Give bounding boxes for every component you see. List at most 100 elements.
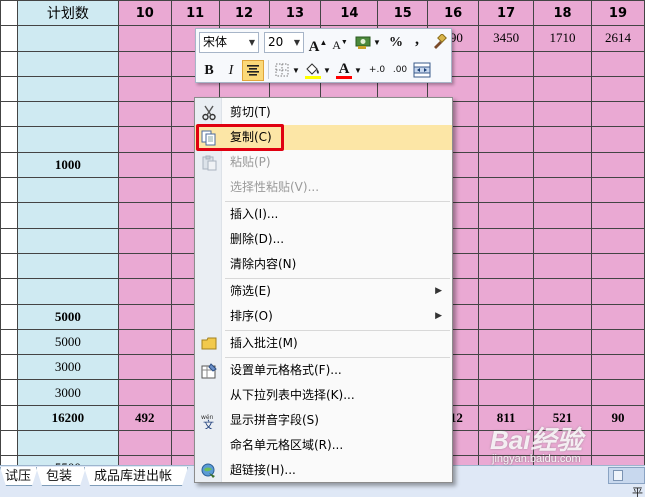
decrease-decimal-button[interactable]: .00 <box>389 60 411 81</box>
accounting-dropdown[interactable]: ▼ <box>372 32 382 53</box>
plan-count-cell[interactable] <box>16 177 119 204</box>
row-gutter-cell[interactable] <box>0 50 18 77</box>
data-cell[interactable] <box>478 50 535 77</box>
align-center-button[interactable] <box>242 60 264 81</box>
menu-item-cut[interactable]: 剪切(T) <box>195 100 452 125</box>
data-cell[interactable]: 90 <box>590 404 645 432</box>
data-cell[interactable] <box>117 202 172 229</box>
row-gutter-cell[interactable] <box>0 328 18 356</box>
column-header-cell[interactable]: 16 <box>427 0 480 27</box>
data-cell[interactable] <box>117 50 172 77</box>
plan-count-cell[interactable] <box>16 278 119 305</box>
row-gutter-cell[interactable] <box>0 379 18 406</box>
data-cell[interactable] <box>533 75 592 103</box>
data-cell[interactable] <box>533 430 592 457</box>
menu-item-pick-from-list[interactable]: 从下拉列表中选择(K)... <box>195 383 452 408</box>
plan-count-cell[interactable] <box>16 25 119 52</box>
data-cell[interactable] <box>117 328 172 356</box>
scroll-thumb[interactable] <box>613 470 623 481</box>
data-cell[interactable] <box>590 430 645 457</box>
menu-item-insert[interactable]: 插入(I)... <box>195 202 452 227</box>
format-painter-button[interactable] <box>428 32 450 53</box>
data-cell[interactable] <box>117 379 172 406</box>
horizontal-scrollbar[interactable] <box>608 467 645 484</box>
data-cell[interactable] <box>478 354 535 381</box>
data-cell[interactable]: 3450 <box>478 25 535 52</box>
data-cell[interactable] <box>117 455 172 465</box>
header-cell-plan-count[interactable]: 计划数 <box>16 0 119 27</box>
row-gutter-cell[interactable] <box>0 151 18 179</box>
plan-count-cell[interactable] <box>16 75 119 103</box>
data-cell[interactable] <box>117 430 172 457</box>
row-gutter-cell[interactable] <box>0 430 18 457</box>
data-cell[interactable]: 521 <box>533 404 592 432</box>
plan-count-cell[interactable]: 3000 <box>16 379 119 406</box>
row-gutter-cell[interactable] <box>0 252 18 280</box>
data-cell[interactable] <box>117 151 172 179</box>
bold-button[interactable]: B <box>198 60 220 81</box>
plan-count-cell[interactable] <box>16 50 119 77</box>
data-cell[interactable] <box>478 430 535 457</box>
menu-item-show-phonetic[interactable]: wén 文 显示拼音字段(S) <box>195 408 452 433</box>
data-cell[interactable] <box>590 303 645 330</box>
data-cell[interactable] <box>590 50 645 77</box>
data-cell[interactable] <box>533 354 592 381</box>
column-header-cell[interactable]: 15 <box>377 0 429 27</box>
data-cell[interactable] <box>590 278 645 305</box>
row-gutter-cell[interactable] <box>0 25 18 52</box>
data-cell[interactable] <box>590 202 645 229</box>
plan-count-cell[interactable]: 3000 <box>16 354 119 381</box>
row-gutter-cell[interactable] <box>0 404 18 432</box>
menu-item-paste-special[interactable]: 选择性粘贴(V)... <box>195 175 452 200</box>
data-cell[interactable] <box>590 252 645 280</box>
percent-button[interactable]: % <box>385 32 407 53</box>
data-cell[interactable] <box>590 328 645 356</box>
plan-count-cell[interactable] <box>16 252 119 280</box>
font-size-combo[interactable]: 20 ▼ <box>264 32 304 53</box>
borders-dropdown[interactable]: ▼ <box>291 60 301 81</box>
data-cell[interactable] <box>590 151 645 179</box>
data-cell[interactable] <box>117 126 172 153</box>
data-cell[interactable] <box>117 101 172 128</box>
font-color-button[interactable]: A <box>333 60 355 81</box>
data-cell[interactable] <box>590 227 645 254</box>
menu-item-filter[interactable]: 筛选(E) ▶ <box>195 279 452 304</box>
row-gutter-cell[interactable] <box>0 0 18 27</box>
data-cell[interactable] <box>478 379 535 406</box>
menu-item-format-cells[interactable]: 设置单元格格式(F)... <box>195 358 452 383</box>
data-cell[interactable]: 1710 <box>533 25 592 52</box>
plan-count-cell[interactable] <box>16 101 119 128</box>
shrink-font-button[interactable]: A▼ <box>329 32 351 53</box>
increase-decimal-button[interactable]: +.0 <box>366 60 388 81</box>
data-cell[interactable] <box>117 278 172 305</box>
data-cell[interactable] <box>590 354 645 381</box>
row-gutter-cell[interactable] <box>0 101 18 128</box>
data-cell[interactable] <box>533 50 592 77</box>
column-header-cell[interactable]: 10 <box>117 0 172 27</box>
column-header-cell[interactable]: 12 <box>218 0 270 27</box>
data-cell[interactable] <box>533 126 592 153</box>
data-cell[interactable] <box>478 126 535 153</box>
row-gutter-cell[interactable] <box>0 455 18 465</box>
data-cell[interactable] <box>590 101 645 128</box>
column-header-cell[interactable]: 18 <box>533 0 592 27</box>
data-cell[interactable] <box>590 75 645 103</box>
data-cell[interactable] <box>117 177 172 204</box>
data-cell[interactable] <box>478 303 535 330</box>
fill-color-button[interactable] <box>302 60 324 81</box>
italic-button[interactable]: I <box>220 60 242 81</box>
row-gutter-cell[interactable] <box>0 303 18 330</box>
row-gutter-cell[interactable] <box>0 126 18 153</box>
fill-color-dropdown[interactable]: ▼ <box>322 60 332 81</box>
data-cell[interactable] <box>533 177 592 204</box>
data-cell[interactable] <box>117 303 172 330</box>
menu-item-insert-comment[interactable]: 插入批注(M) <box>195 331 452 356</box>
menu-item-sort[interactable]: 排序(O) ▶ <box>195 304 452 329</box>
row-gutter-cell[interactable] <box>0 177 18 204</box>
data-cell[interactable] <box>478 177 535 204</box>
data-cell[interactable] <box>533 278 592 305</box>
data-cell[interactable] <box>117 75 172 103</box>
column-header-cell[interactable]: 11 <box>170 0 220 27</box>
data-cell[interactable] <box>533 379 592 406</box>
plan-count-cell[interactable] <box>16 227 119 254</box>
